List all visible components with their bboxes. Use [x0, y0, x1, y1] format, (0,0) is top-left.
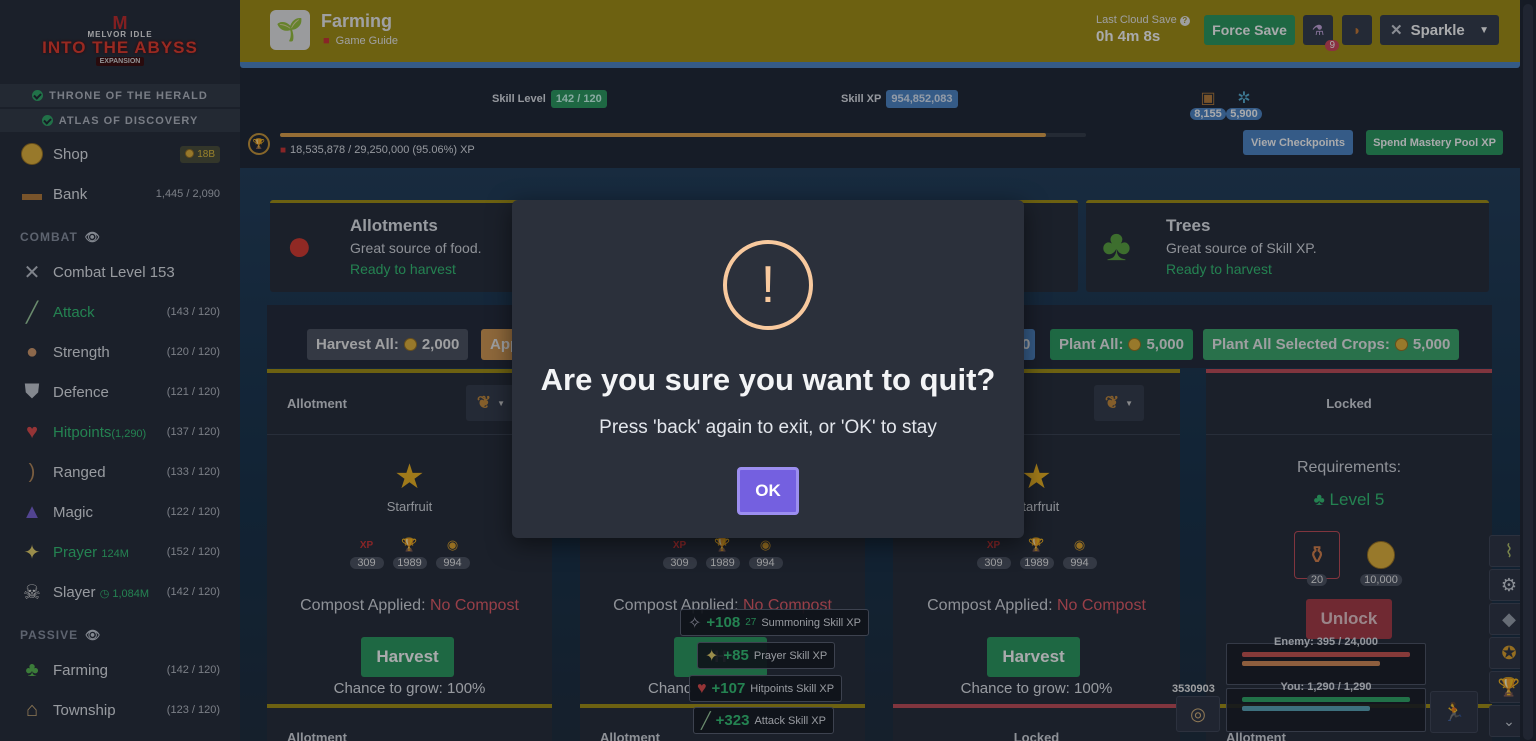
ok-button[interactable]: OK [737, 467, 799, 515]
warning-icon: ! [723, 240, 813, 330]
dialog-message: Press 'back' again to exit, or 'OK' to s… [599, 417, 937, 438]
dialog-title: Are you sure you want to quit? [540, 362, 996, 397]
quit-confirm-dialog: ! Are you sure you want to quit? Press '… [512, 200, 1024, 538]
